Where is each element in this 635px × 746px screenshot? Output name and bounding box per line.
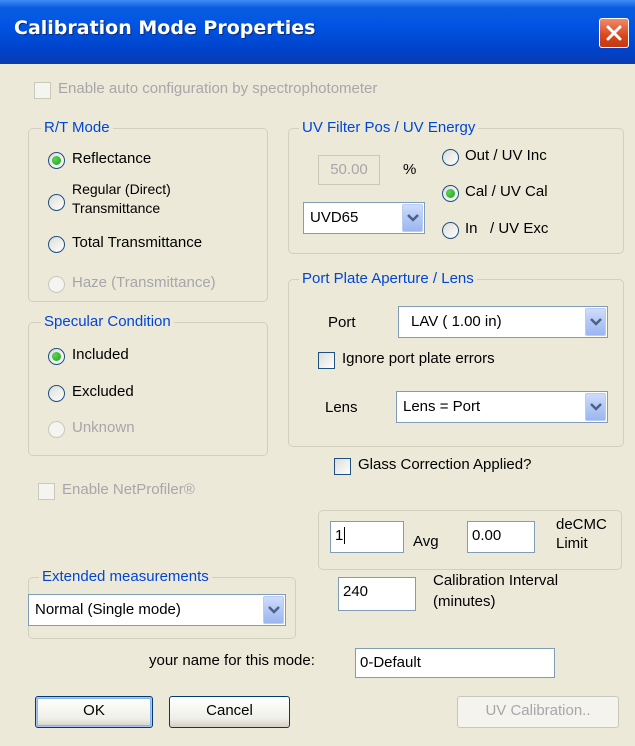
- netprofiler-checkbox[interactable]: [38, 483, 55, 500]
- mode-name-input[interactable]: 0-Default: [355, 648, 555, 678]
- cancel-button[interactable]: Cancel: [169, 696, 290, 728]
- uv-calibration-button[interactable]: UV Calibration..: [457, 696, 619, 728]
- excluded-label: Excluded: [72, 383, 134, 400]
- limit-label: Limit: [556, 535, 588, 552]
- extended-measurements-select[interactable]: Normal (Single mode): [28, 594, 286, 626]
- radio-out-uv-inc[interactable]: [442, 149, 459, 166]
- haze-transmittance-label: Haze (Transmittance): [72, 274, 216, 291]
- calibration-mode-dialog: Calibration Mode Properties Enable auto …: [0, 0, 635, 746]
- uv-filter-select-value: UVD65: [310, 209, 359, 226]
- auto-config-label: Enable auto configuration by spectrophot…: [58, 80, 378, 97]
- rt-mode-legend: R/T Mode: [41, 119, 113, 136]
- uv-percent-input[interactable]: 50.00: [318, 155, 380, 185]
- extended-measurements-value: Normal (Single mode): [35, 601, 181, 618]
- text-cursor: [344, 527, 346, 544]
- transmittance-label: Transmittance: [72, 200, 161, 216]
- chevron-down-icon[interactable]: [585, 393, 606, 421]
- lens-select[interactable]: Lens = Port: [396, 391, 608, 423]
- calibration-interval-label: Calibration Interval: [433, 572, 559, 589]
- radio-cal-uv-cal[interactable]: [442, 185, 459, 202]
- cal-uv-cal-label: Cal / UV Cal: [465, 183, 548, 200]
- decmc-label: deCMC: [556, 516, 607, 533]
- ignore-port-plate-errors-label: Ignore port plate errors: [342, 350, 495, 367]
- port-label: Port: [328, 314, 356, 331]
- total-transmittance-label: Total Transmittance: [72, 234, 203, 251]
- title-bar[interactable]: Calibration Mode Properties: [0, 0, 635, 64]
- radio-unknown[interactable]: [48, 421, 65, 438]
- decmc-limit-input[interactable]: 0.00: [467, 521, 535, 553]
- avg-input-value: 1: [335, 527, 344, 544]
- radio-selected-dot: [52, 352, 61, 361]
- ignore-port-plate-errors-checkbox[interactable]: [318, 352, 335, 369]
- minutes-label: (minutes): [433, 593, 496, 610]
- avg-label: Avg: [413, 533, 439, 550]
- radio-haze-transmittance[interactable]: [48, 276, 65, 293]
- lens-label: Lens: [325, 399, 358, 416]
- radio-regular-transmittance[interactable]: [48, 194, 65, 211]
- port-plate-legend: Port Plate Aperture / Lens: [299, 270, 477, 287]
- port-select-value: LAV ( 1.00 in): [411, 313, 502, 330]
- radio-selected-dot: [52, 156, 61, 165]
- specular-condition-legend: Specular Condition: [41, 313, 174, 330]
- avg-input[interactable]: 1: [330, 521, 404, 553]
- regular-direct-label: Regular (Direct): [72, 181, 171, 197]
- uv-filter-legend: UV Filter Pos / UV Energy: [299, 119, 479, 136]
- close-icon[interactable]: [599, 18, 629, 48]
- chevron-down-icon[interactable]: [585, 308, 606, 336]
- ok-button[interactable]: OK: [35, 696, 153, 728]
- radio-total-transmittance[interactable]: [48, 236, 65, 253]
- ok-button-label: OK: [83, 702, 105, 719]
- uv-calibration-button-label: UV Calibration..: [485, 702, 591, 719]
- reflectance-label: Reflectance: [72, 150, 152, 167]
- netprofiler-label: Enable NetProfiler®: [62, 481, 195, 498]
- percent-unit: %: [403, 161, 417, 178]
- radio-included[interactable]: [48, 348, 65, 365]
- extended-measurements-legend: Extended measurements: [39, 568, 212, 585]
- chevron-down-icon[interactable]: [402, 204, 423, 232]
- radio-selected-dot: [446, 189, 455, 198]
- glass-correction-checkbox[interactable]: [334, 458, 351, 475]
- radio-reflectance[interactable]: [48, 152, 65, 169]
- included-label: Included: [72, 346, 129, 363]
- calibration-interval-input[interactable]: 240: [338, 577, 416, 611]
- chevron-down-icon[interactable]: [263, 596, 284, 624]
- in-uv-exc-label: In / UV Exc: [465, 220, 549, 237]
- port-select[interactable]: LAV ( 1.00 in): [398, 306, 608, 338]
- uv-filter-select[interactable]: UVD65: [303, 202, 425, 234]
- lens-select-value: Lens = Port: [403, 398, 481, 415]
- glass-correction-label: Glass Correction Applied?: [358, 456, 532, 473]
- auto-config-checkbox[interactable]: [34, 82, 51, 99]
- window-title: Calibration Mode Properties: [14, 17, 316, 39]
- unknown-label: Unknown: [72, 419, 135, 436]
- radio-excluded[interactable]: [48, 385, 65, 402]
- out-uv-inc-label: Out / UV Inc: [465, 147, 547, 164]
- radio-in-uv-exc[interactable]: [442, 222, 459, 239]
- mode-name-label: your name for this mode:: [149, 652, 315, 669]
- cancel-button-label: Cancel: [206, 702, 253, 719]
